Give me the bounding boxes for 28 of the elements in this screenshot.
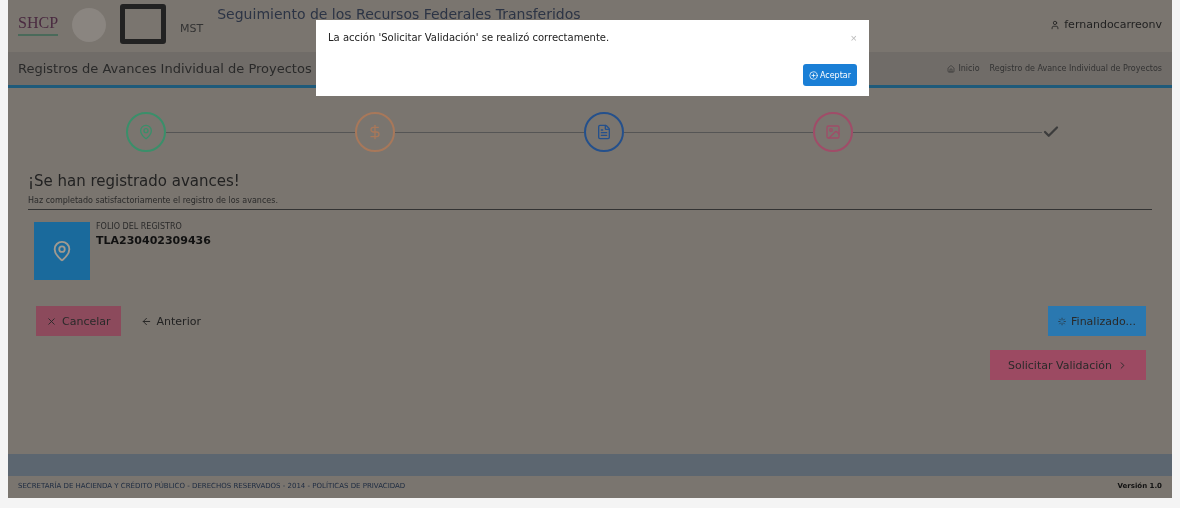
- dollar-icon: [367, 124, 383, 140]
- previous-link[interactable]: Anterior: [134, 306, 207, 336]
- agency-logo: SHCP: [18, 14, 59, 36]
- finish-button[interactable]: Finalizado...: [1048, 306, 1146, 336]
- user-icon: [1050, 19, 1061, 30]
- home-icon: [947, 64, 956, 73]
- page-title: Registros de Avances Individual de Proyectos: [18, 61, 312, 76]
- success-heading: ¡Se han registrado avances!: [28, 172, 241, 190]
- arrow-left-icon: [140, 315, 152, 327]
- user-menu[interactable]: fernandocarreonv: [1050, 18, 1162, 31]
- accept-button[interactable]: Aceptar: [802, 64, 857, 86]
- image-icon: [825, 124, 841, 140]
- close-icon: [46, 315, 57, 327]
- plus-circle-icon: [808, 70, 818, 80]
- close-button[interactable]: ×: [850, 32, 857, 44]
- map-pin-icon: [51, 240, 73, 262]
- dialog-message: La acción 'Solicitar Validación' se realizó correctamente.: [328, 32, 610, 44]
- document-icon: [596, 124, 612, 140]
- map-pin-icon: [138, 124, 154, 140]
- success-message: Haz completado satisfactoriamente el registro de los avances.: [28, 196, 1152, 210]
- folio-label: FOLIO DEL REGISTRO: [96, 222, 183, 231]
- request-validation-button[interactable]: Solicitar Validación: [990, 350, 1146, 380]
- spinner-icon: [1058, 315, 1067, 327]
- app-label: MST: [180, 22, 204, 35]
- mst-logo: [120, 4, 167, 44]
- cancel-button[interactable]: Cancelar: [36, 306, 121, 336]
- app-title: Seguimiento de los Recursos Federales Transferidos: [217, 6, 582, 22]
- folio-value: TLA230402309436: [96, 234, 211, 247]
